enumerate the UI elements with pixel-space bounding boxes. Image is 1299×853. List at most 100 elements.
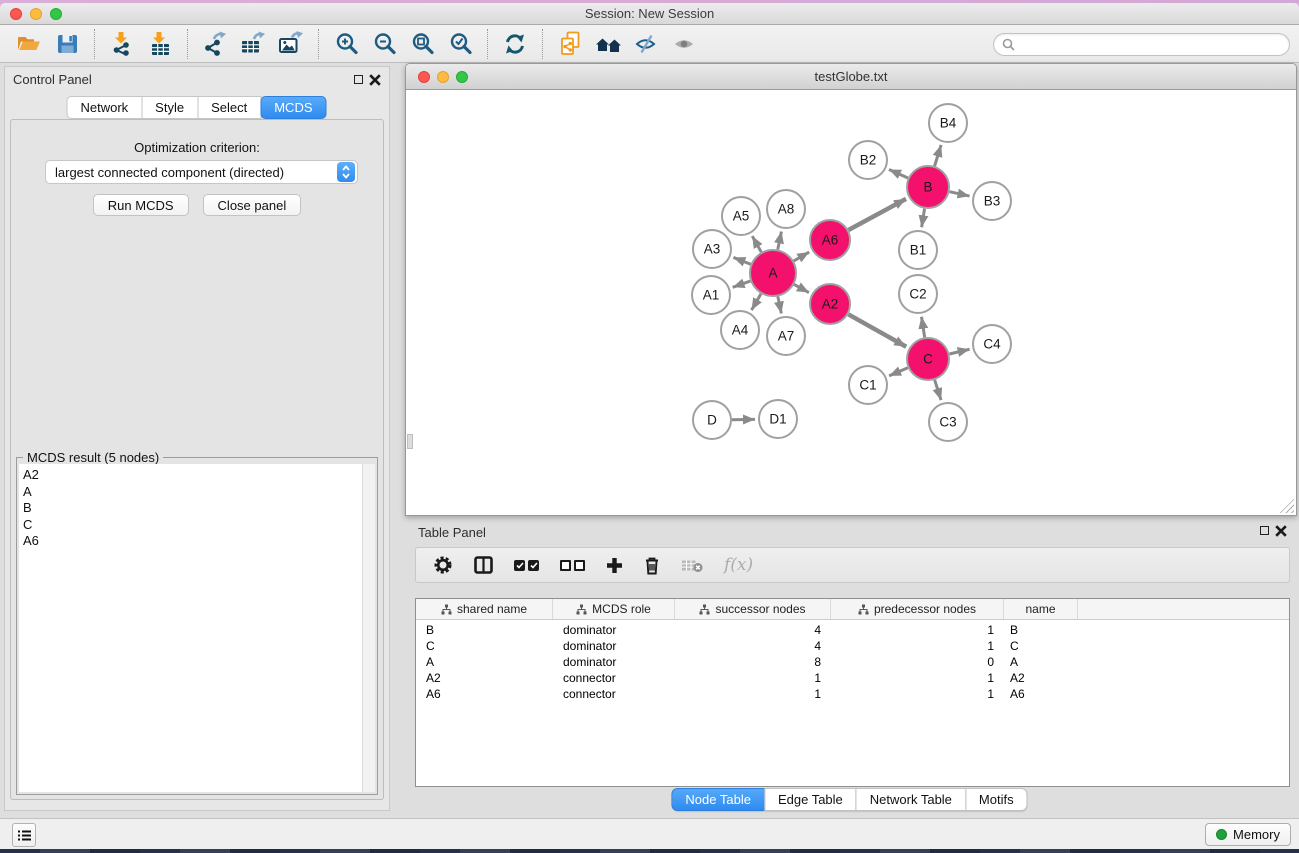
table-row[interactable]: Adominator80A [416,654,1289,670]
new-network-from-selection-button[interactable] [551,28,589,60]
table-cell[interactable]: B [416,623,553,637]
float-panel-icon[interactable] [354,75,363,84]
table-cell[interactable]: C [1004,639,1078,653]
column-header-name[interactable]: name [1004,599,1078,619]
table-row[interactable]: A2connector11A2 [416,670,1289,686]
save-session-button[interactable] [48,28,86,60]
graph-edge-B-B4[interactable] [935,145,942,166]
search-field[interactable] [993,33,1290,56]
export-table-button[interactable] [234,28,272,60]
table-cell[interactable]: 1 [831,671,1004,685]
table-settings-button[interactable] [433,555,453,575]
result-item[interactable]: C [23,517,362,534]
table-cell[interactable]: A6 [1004,687,1078,701]
graph-edge-C-C4[interactable] [949,349,969,354]
result-item[interactable]: B [23,500,362,517]
deselect-all-columns-button[interactable] [560,560,585,571]
function-builder-button[interactable]: f(x) [724,555,753,575]
delete-table-button[interactable] [681,558,703,573]
hide-selected-button[interactable] [627,28,665,60]
network-canvas[interactable]: AA1A2A3A4A5A6A7A8BB1B2B3B4CC1C2C3C4DD1 [407,91,1295,514]
graph-edge-A-A5[interactable] [752,236,761,252]
select-all-columns-button[interactable] [514,560,539,571]
graph-edge-C-C3[interactable] [935,380,941,400]
graph-edge-A6-B[interactable] [848,199,906,230]
zoom-fit-button[interactable] [403,28,441,60]
tab-motifs[interactable]: Motifs [965,788,1028,811]
tab-mcds[interactable]: MCDS [260,96,326,119]
table-cell[interactable]: 1 [831,623,1004,637]
tab-select[interactable]: Select [197,96,261,119]
tab-network-table[interactable]: Network Table [856,788,966,811]
graph-edge-B-B1[interactable] [922,209,925,228]
table-cell[interactable]: A6 [416,687,553,701]
first-neighbors-button[interactable] [589,28,627,60]
table-cell[interactable]: dominator [553,639,675,653]
run-mcds-button[interactable]: Run MCDS [93,194,189,216]
import-network-button[interactable] [103,28,141,60]
table-cell[interactable]: A [416,655,553,669]
show-all-button[interactable] [665,28,703,60]
tab-edge-table[interactable]: Edge Table [764,788,857,811]
canvas-scroll-nub[interactable] [407,434,413,449]
float-table-panel-icon[interactable] [1260,526,1269,535]
result-item[interactable]: A [23,484,362,501]
result-scrollbar[interactable] [362,464,375,792]
table-cell[interactable]: 1 [831,639,1004,653]
search-input[interactable] [1020,36,1289,54]
graph-edge-A-A3[interactable] [733,257,750,264]
table-row[interactable]: Cdominator41C [416,638,1289,654]
graph-edge-A-A8[interactable] [778,232,782,250]
graph-edge-A-A2[interactable] [794,284,809,292]
tab-node-table[interactable]: Node Table [671,788,765,811]
tab-network[interactable]: Network [66,96,142,119]
add-column-button[interactable] [606,557,623,574]
table-row[interactable]: A6connector11A6 [416,686,1289,702]
table-cell[interactable]: 1 [831,687,1004,701]
tab-style[interactable]: Style [141,96,198,119]
table-cell[interactable]: 0 [831,655,1004,669]
refresh-button[interactable] [496,28,534,60]
memory-button[interactable]: Memory [1205,823,1291,846]
zoom-out-button[interactable] [365,28,403,60]
graph-edge-A-A6[interactable] [794,252,809,261]
graph-edge-A-A7[interactable] [778,297,782,314]
column-header-shared-name[interactable]: shared name [416,599,553,619]
table-cell[interactable]: A2 [1004,671,1078,685]
network-window-titlebar[interactable]: testGlobe.txt [406,64,1296,90]
table-row[interactable]: Bdominator41B [416,622,1289,638]
import-table-button[interactable] [141,28,179,60]
zoom-selected-button[interactable] [441,28,479,60]
zoom-in-button[interactable] [327,28,365,60]
column-header-predecessor-nodes[interactable]: predecessor nodes [831,599,1004,619]
table-cell[interactable]: B [1004,623,1078,637]
table-cell[interactable]: A [1004,655,1078,669]
export-image-button[interactable] [272,28,310,60]
table-cell[interactable]: 4 [675,623,831,637]
close-table-panel-icon[interactable] [1275,525,1287,537]
table-cell[interactable]: C [416,639,553,653]
graph-edge-B-B2[interactable] [889,169,908,178]
graph-edge-A2-C[interactable] [848,314,906,346]
optimization-criterion-select[interactable]: largest connected component (directed) [45,160,358,184]
table-cell[interactable]: connector [553,687,675,701]
task-history-button[interactable] [12,823,36,847]
table-cell[interactable]: 1 [675,671,831,685]
column-header-mcds-role[interactable]: MCDS role [553,599,675,619]
split-view-button[interactable] [474,556,493,574]
open-session-button[interactable] [10,28,48,60]
close-panel-icon[interactable] [369,74,381,86]
graph-edge-C-C1[interactable] [889,368,908,376]
graph-edge-C-C2[interactable] [921,317,924,338]
table-cell[interactable]: connector [553,671,675,685]
delete-column-button[interactable] [644,556,660,575]
table-cell[interactable]: A2 [416,671,553,685]
table-cell[interactable]: 1 [675,687,831,701]
result-item[interactable]: A6 [23,533,362,550]
result-item[interactable]: A2 [23,467,362,484]
column-header-successor-nodes[interactable]: successor nodes [675,599,831,619]
close-panel-button[interactable]: Close panel [203,194,302,216]
graph-edge-A-A4[interactable] [752,294,761,310]
export-network-button[interactable] [196,28,234,60]
table-cell[interactable]: 8 [675,655,831,669]
